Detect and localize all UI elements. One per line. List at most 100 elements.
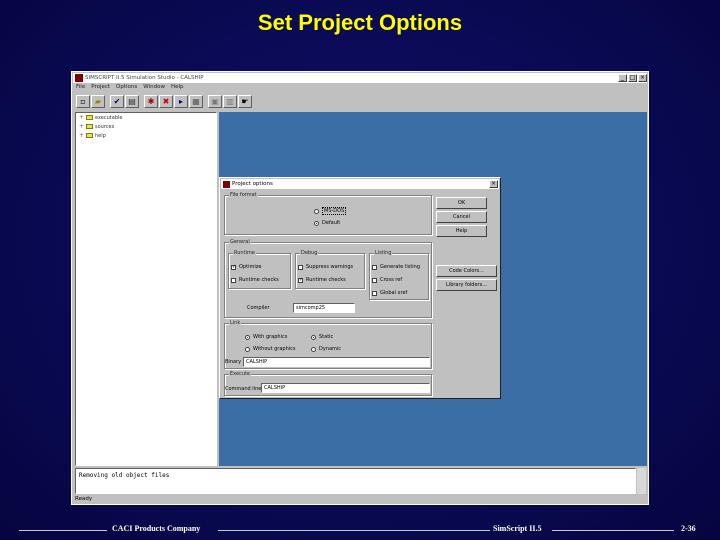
- output-pane[interactable]: Removing old object files: [75, 468, 636, 494]
- tree-item-sources[interactable]: + sources: [76, 122, 216, 131]
- file-format-option-default[interactable]: Default: [314, 220, 340, 226]
- save-icon[interactable]: ▣: [208, 95, 222, 108]
- command-line-label: Command line: [225, 386, 262, 392]
- maximize-button[interactable]: □: [628, 74, 637, 82]
- ok-button[interactable]: OK: [436, 197, 487, 209]
- menu-bar: File Project Options Window Help: [74, 84, 184, 93]
- runtime-optimize-check[interactable]: ✓ Optimize: [231, 264, 261, 270]
- group-label: Link: [229, 320, 242, 326]
- option-label: Dynamic: [319, 346, 342, 352]
- footer-rule: [19, 530, 107, 531]
- dialog-icon: [223, 180, 230, 188]
- group-label: General: [229, 239, 251, 245]
- output-scrollbar[interactable]: [637, 468, 646, 494]
- link-without-graphics-option[interactable]: Without graphics: [245, 346, 296, 352]
- status-bar: Ready: [75, 496, 93, 502]
- file-format-option-msdos[interactable]: MS-DOS: [314, 207, 347, 215]
- library-folders-button[interactable]: Library folders...: [436, 279, 497, 291]
- help-button[interactable]: Help: [436, 225, 487, 237]
- slide-title: Set Project Options: [257, 10, 463, 35]
- file-format-group: File format: [224, 192, 432, 235]
- option-label: MS-DOS: [322, 207, 347, 215]
- radio-button[interactable]: [245, 346, 250, 352]
- option-label: Runtime checks: [306, 277, 346, 283]
- group-label: Debug: [300, 250, 319, 256]
- compile-icon[interactable]: ✔: [110, 95, 124, 108]
- footer-company: CACI Products Company: [112, 524, 201, 533]
- tree-item-label: sources: [95, 123, 115, 130]
- command-line-field[interactable]: CALSHIP: [261, 383, 430, 393]
- option-label: With graphics: [253, 334, 288, 340]
- option-label: Optimize: [239, 264, 262, 270]
- link-dynamic-option[interactable]: Dynamic: [311, 346, 341, 352]
- checkbox[interactable]: ✓: [298, 277, 303, 283]
- compiler-field[interactable]: simcomp25: [293, 303, 355, 313]
- minimize-button[interactable]: _: [618, 74, 627, 82]
- tree-item-help[interactable]: + help: [76, 131, 216, 140]
- option-label: Global xref: [380, 290, 408, 296]
- menu-project[interactable]: Project: [91, 84, 110, 93]
- app-titlebar[interactable]: SIMSCRIPT II.5 Simulation Studio - CALSH…: [73, 73, 647, 83]
- listing-generate-check[interactable]: Generate listing: [372, 264, 420, 270]
- open-folder-icon[interactable]: ▰: [91, 95, 105, 108]
- option-label: Default: [322, 220, 341, 226]
- help-icon[interactable]: ☛: [238, 95, 252, 108]
- slide-footer: CACI Products Company SimScript II.5 2-3…: [0, 524, 720, 536]
- binary-label: Binary: [225, 359, 242, 365]
- debug-icon[interactable]: ✖: [159, 95, 173, 108]
- runtime-checks-check[interactable]: Runtime checks: [231, 277, 279, 283]
- build-icon[interactable]: ▤: [125, 95, 139, 108]
- tree-item-executable[interactable]: + executable: [76, 113, 216, 122]
- option-label: Runtime checks: [239, 277, 279, 283]
- expand-icon[interactable]: +: [79, 114, 86, 121]
- expand-icon[interactable]: +: [79, 123, 86, 130]
- checkbox[interactable]: [231, 277, 236, 283]
- project-tree[interactable]: + executable + sources + help: [75, 112, 217, 466]
- option-label: Static: [319, 334, 334, 340]
- group-label: Runtime: [233, 250, 256, 256]
- folder-icon: [86, 133, 93, 138]
- menu-file[interactable]: File: [76, 84, 85, 93]
- new-file-icon[interactable]: ▫: [76, 95, 90, 108]
- menu-options[interactable]: Options: [116, 84, 137, 93]
- runtime-group: Runtime: [228, 250, 291, 289]
- option-label: Without graphics: [253, 346, 296, 352]
- link-static-option[interactable]: Static: [311, 334, 333, 340]
- footer-rule: [552, 530, 674, 531]
- radio-button[interactable]: [314, 208, 319, 214]
- option-label: Suppress warnings: [306, 264, 354, 270]
- app-title: SIMSCRIPT II.5 Simulation Studio - CALSH…: [85, 75, 204, 81]
- dialog-titlebar[interactable]: Project options ×: [221, 179, 499, 189]
- radio-button[interactable]: [311, 346, 316, 352]
- debug-runtime-checks-check[interactable]: ✓ Runtime checks: [298, 277, 346, 283]
- radio-button[interactable]: [314, 220, 319, 226]
- link-with-graphics-option[interactable]: With graphics: [245, 334, 287, 340]
- code-colors-button[interactable]: Code Colors...: [436, 265, 497, 277]
- menu-window[interactable]: Window: [143, 84, 165, 93]
- footer-page-number: 2-36: [681, 524, 696, 533]
- folder-icon: [86, 115, 93, 120]
- dialog-close-button[interactable]: ×: [489, 180, 498, 188]
- listing-global-xref-check[interactable]: Global xref: [372, 290, 407, 296]
- checkbox[interactable]: [372, 290, 377, 296]
- debug-suppress-warnings-check[interactable]: Suppress warnings: [298, 264, 353, 270]
- menu-help[interactable]: Help: [171, 84, 184, 93]
- listing-cross-ref-check[interactable]: Cross ref: [372, 277, 402, 283]
- run-icon[interactable]: ✱: [144, 95, 158, 108]
- checkbox[interactable]: [372, 264, 377, 270]
- compiler-label: Compiler: [247, 305, 270, 311]
- radio-button[interactable]: [311, 334, 316, 340]
- execute-icon[interactable]: ▸: [174, 95, 188, 108]
- checkbox[interactable]: [372, 277, 377, 283]
- footer-product: SimScript II.5: [493, 524, 542, 533]
- expand-icon[interactable]: +: [79, 132, 86, 139]
- cancel-button[interactable]: Cancel: [436, 211, 487, 223]
- checkbox[interactable]: ✓: [231, 264, 236, 270]
- listing-icon[interactable]: ▦: [189, 95, 203, 108]
- checkbox[interactable]: [298, 264, 303, 270]
- toolbar-separator: [140, 95, 143, 108]
- radio-button[interactable]: [245, 334, 250, 340]
- close-button[interactable]: ×: [638, 74, 647, 82]
- print-icon[interactable]: ▥: [223, 95, 237, 108]
- binary-field[interactable]: CALSHIP: [243, 357, 430, 367]
